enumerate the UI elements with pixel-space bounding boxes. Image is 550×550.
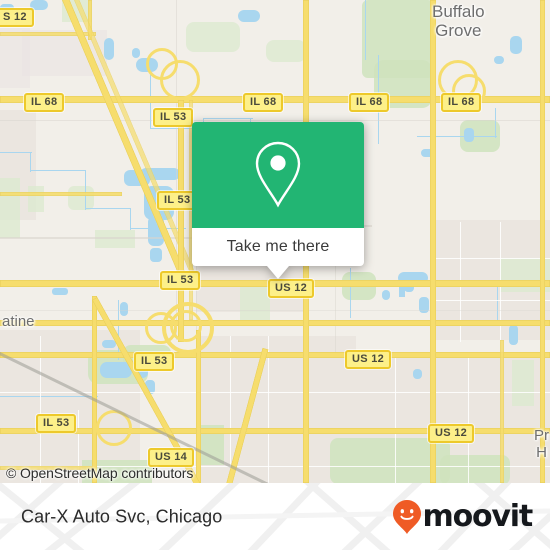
water-body — [132, 48, 140, 58]
stream — [85, 170, 87, 210]
place-label: Buffalo Grove — [432, 2, 485, 40]
popup-action-bar[interactable]: Take me there — [192, 228, 364, 266]
stream — [0, 152, 32, 154]
map-screenshot: S 12 IL 68 IL 53 IL 68 IL 68 IL 68 IL 53 IL 53 U… — [0, 0, 550, 550]
street — [430, 258, 550, 260]
park-area — [266, 40, 306, 62]
water-body — [510, 36, 522, 54]
highway-arterial — [0, 192, 122, 196]
water-body — [464, 128, 474, 142]
water-body — [494, 56, 504, 64]
street — [468, 352, 470, 483]
highway-shield: IL 53 — [36, 414, 77, 433]
location-title: Car-X Auto Svc, Chicago — [21, 506, 223, 526]
park-area — [68, 186, 94, 210]
street — [395, 352, 397, 483]
street — [268, 336, 270, 483]
water-body — [413, 369, 422, 379]
stream — [495, 108, 497, 138]
highway-vertical — [92, 296, 97, 483]
highway-vertical — [500, 340, 504, 483]
street — [430, 300, 550, 302]
map-canvas[interactable]: S 12 IL 68 IL 53 IL 68 IL 68 IL 68 IL 53 IL 53 U… — [0, 0, 550, 483]
road-secondary — [0, 310, 550, 312]
stream — [30, 152, 32, 172]
stream — [130, 208, 132, 230]
park-area — [0, 178, 20, 238]
highway-arterial — [0, 320, 550, 326]
stream — [85, 208, 131, 210]
location-popup-card[interactable]: Take me there — [192, 122, 364, 279]
moovit-wordmark: moovit — [422, 499, 534, 534]
highway-shield: IL 53 — [160, 271, 201, 290]
place-label: Pr H — [534, 427, 549, 461]
place-label: atine — [2, 313, 35, 330]
street — [40, 336, 42, 483]
highway-vertical — [540, 0, 545, 483]
interchange-loop — [145, 312, 177, 344]
osm-attribution[interactable]: © OpenStreetMap contributors — [6, 465, 193, 481]
footer-bar: Car-X Auto Svc, Chicago moovit — [0, 483, 550, 550]
water-body — [399, 287, 405, 297]
interchange-loop — [146, 48, 178, 80]
highway-vertical — [430, 0, 436, 483]
water-body — [509, 325, 518, 345]
highway-shield: IL 53 — [153, 108, 194, 127]
popup-pointer — [267, 266, 289, 279]
stream — [30, 170, 86, 172]
water-body — [104, 38, 114, 60]
park-area — [95, 230, 135, 248]
stream — [118, 300, 120, 360]
stream — [0, 396, 98, 398]
highway-shield: US 12 — [268, 279, 315, 298]
water-body — [52, 288, 68, 295]
water-body — [382, 290, 390, 300]
highway-shield: US 12 — [345, 350, 392, 369]
moovit-logo[interactable]: moovit — [392, 499, 534, 535]
water-body — [150, 248, 162, 262]
map-pin-icon — [255, 141, 301, 208]
park-area — [186, 22, 240, 52]
stream — [365, 0, 367, 60]
highway-shield: IL 68 — [349, 93, 390, 112]
highway-shield: IL 53 — [134, 352, 175, 371]
highway-shield: IL 68 — [243, 93, 284, 112]
moovit-smiley-pin-icon — [392, 499, 421, 534]
park-area — [28, 186, 44, 212]
highway-shield: IL 68 — [441, 93, 482, 112]
highway-arterial — [0, 352, 550, 358]
take-me-there-label: Take me there — [226, 238, 330, 255]
park-area — [512, 360, 534, 406]
highway-shield: S 12 — [0, 8, 34, 27]
highway-shield: US 12 — [428, 424, 475, 443]
highway-shield: IL 68 — [24, 93, 65, 112]
water-body — [238, 10, 260, 22]
water-body — [120, 302, 128, 316]
highway-vertical — [196, 330, 201, 483]
popup-header — [192, 122, 364, 228]
street — [230, 336, 232, 483]
stream — [417, 136, 497, 138]
